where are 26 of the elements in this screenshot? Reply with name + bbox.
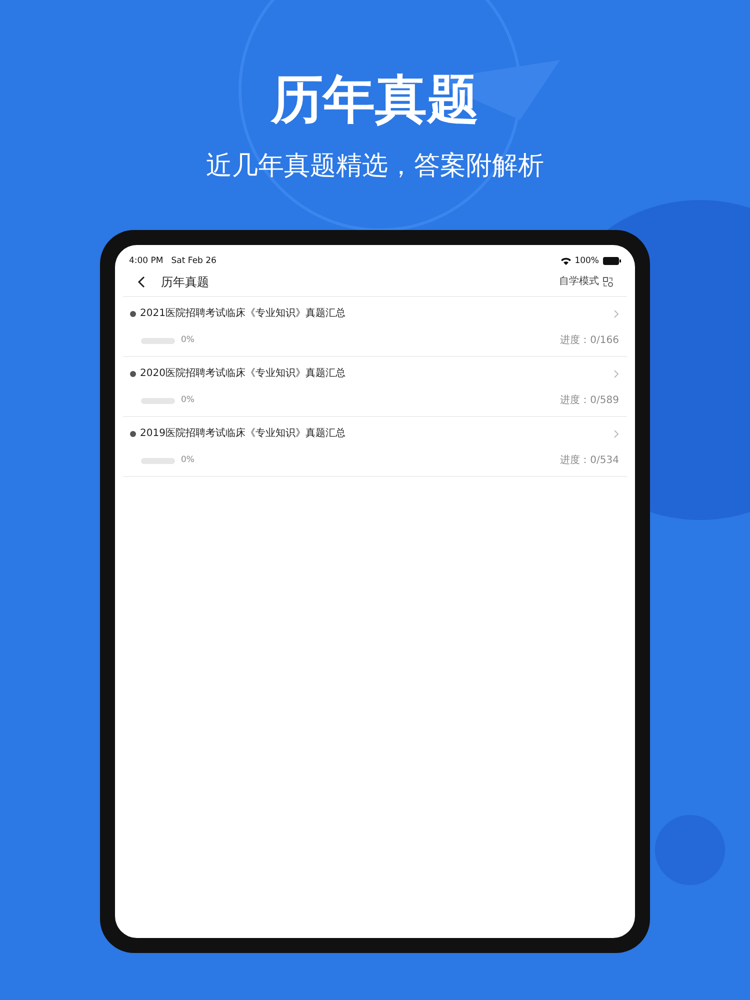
bullet-icon: [130, 310, 136, 316]
paper-title[interactable]: 2019医院招聘考试临床《专业知识》真题汇总: [140, 426, 346, 441]
battery-icon: [603, 257, 621, 265]
status-date: Sat Feb 26: [171, 254, 216, 268]
progress-count: 进度：0/534: [560, 454, 619, 468]
page-title: 历年真题: [161, 274, 209, 290]
paper-title[interactable]: 2021医院招聘考试临床《专业知识》真题汇总: [140, 306, 346, 321]
switch-icon[interactable]: [603, 276, 613, 286]
status-time: 4:00 PM: [129, 254, 164, 268]
wifi-icon: [560, 257, 571, 265]
progress-percent: 0%: [181, 394, 194, 407]
chevron-icon[interactable]: [614, 370, 619, 378]
paper-title[interactable]: 2020医院招聘考试临床《专业知识》真题汇总: [140, 366, 346, 381]
progress-count: 进度：0/166: [560, 334, 619, 348]
headline: 历年真题: [271, 69, 479, 132]
bullet-icon: [130, 430, 136, 436]
chevron-icon[interactable]: [614, 310, 619, 318]
subtitle: 近几年真题精选，答案附解析: [206, 150, 544, 183]
battery-percentage: 100%: [574, 254, 599, 268]
back-icon[interactable]: [137, 276, 145, 288]
chevron-icon[interactable]: [614, 430, 619, 438]
progress-percent: 0%: [181, 334, 194, 347]
progress-percent: 0%: [181, 454, 194, 467]
progress-count: 进度：0/589: [560, 394, 619, 408]
bullet-icon: [130, 370, 136, 376]
mode-link[interactable]: 自学模式: [559, 274, 599, 289]
